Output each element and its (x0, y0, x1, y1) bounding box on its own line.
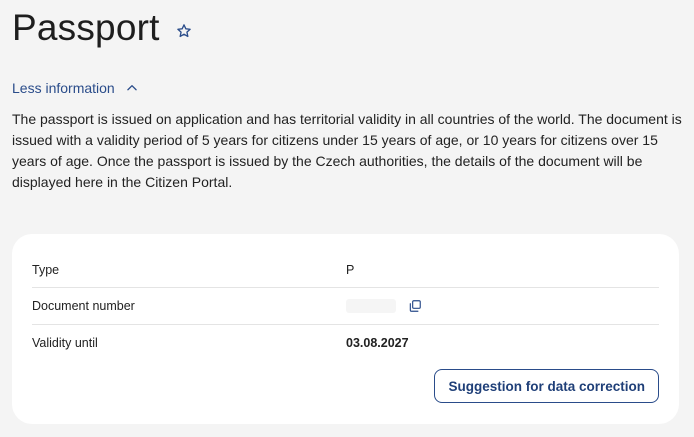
detail-row-document-number: Document number (32, 288, 659, 325)
document-number-label: Document number (32, 299, 135, 313)
type-value: P (346, 262, 355, 277)
type-label: Type (32, 262, 60, 277)
validity-label: Validity until (32, 336, 98, 350)
detail-row-validity: Validity until 03.08.2027 (32, 325, 659, 361)
less-information-toggle[interactable]: Less information (12, 80, 139, 96)
chevron-up-icon (125, 81, 139, 95)
copy-icon[interactable] (408, 299, 422, 313)
document-number-masked (346, 299, 396, 313)
suggest-correction-button[interactable]: Suggestion for data correction (434, 369, 659, 403)
document-details-card: Type P Document number Validity until 03… (12, 234, 679, 424)
detail-row-type: Type P (32, 252, 659, 288)
page-header: Passport (12, 6, 193, 50)
toggle-label: Less information (12, 80, 115, 96)
passport-page: Passport Less information The passport i… (0, 0, 694, 437)
document-number-value (346, 299, 422, 313)
validity-value: 03.08.2027 (346, 336, 409, 350)
star-icon[interactable] (175, 22, 193, 40)
page-title: Passport (12, 7, 160, 48)
passport-description: The passport is issued on application an… (12, 111, 682, 190)
